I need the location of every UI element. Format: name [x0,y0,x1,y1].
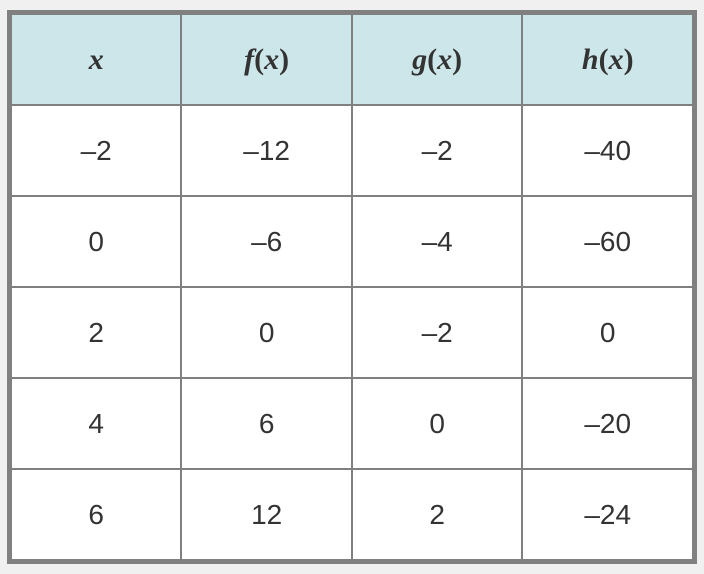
cell-g: –4 [352,196,523,287]
data-table: x f(x) g(x) h(x) –2 –12 –2 –40 0 –6 –4 –… [10,13,694,561]
cell-f: 6 [181,378,352,469]
cell-h: –60 [522,196,693,287]
cell-g: –2 [352,105,523,196]
cell-g: 2 [352,469,523,560]
cell-f: 12 [181,469,352,560]
header-hx: h(x) [522,14,693,105]
header-row: x f(x) g(x) h(x) [11,14,693,105]
cell-x: 0 [11,196,181,287]
cell-f: –6 [181,196,352,287]
table-row: –2 –12 –2 –40 [11,105,693,196]
cell-h: –20 [522,378,693,469]
table-row: 6 12 2 –24 [11,469,693,560]
table-row: 0 –6 –4 –60 [11,196,693,287]
cell-x: 4 [11,378,181,469]
cell-x: 2 [11,287,181,378]
function-table: x f(x) g(x) h(x) –2 –12 –2 –40 0 –6 –4 –… [7,10,697,564]
table-row: 4 6 0 –20 [11,378,693,469]
table-row: 2 0 –2 0 [11,287,693,378]
cell-g: 0 [352,378,523,469]
header-x: x [11,14,181,105]
cell-h: –24 [522,469,693,560]
cell-x: –2 [11,105,181,196]
cell-f: 0 [181,287,352,378]
cell-g: –2 [352,287,523,378]
cell-x: 6 [11,469,181,560]
header-fx: f(x) [181,14,352,105]
header-gx: g(x) [352,14,523,105]
cell-h: –40 [522,105,693,196]
cell-h: 0 [522,287,693,378]
cell-f: –12 [181,105,352,196]
